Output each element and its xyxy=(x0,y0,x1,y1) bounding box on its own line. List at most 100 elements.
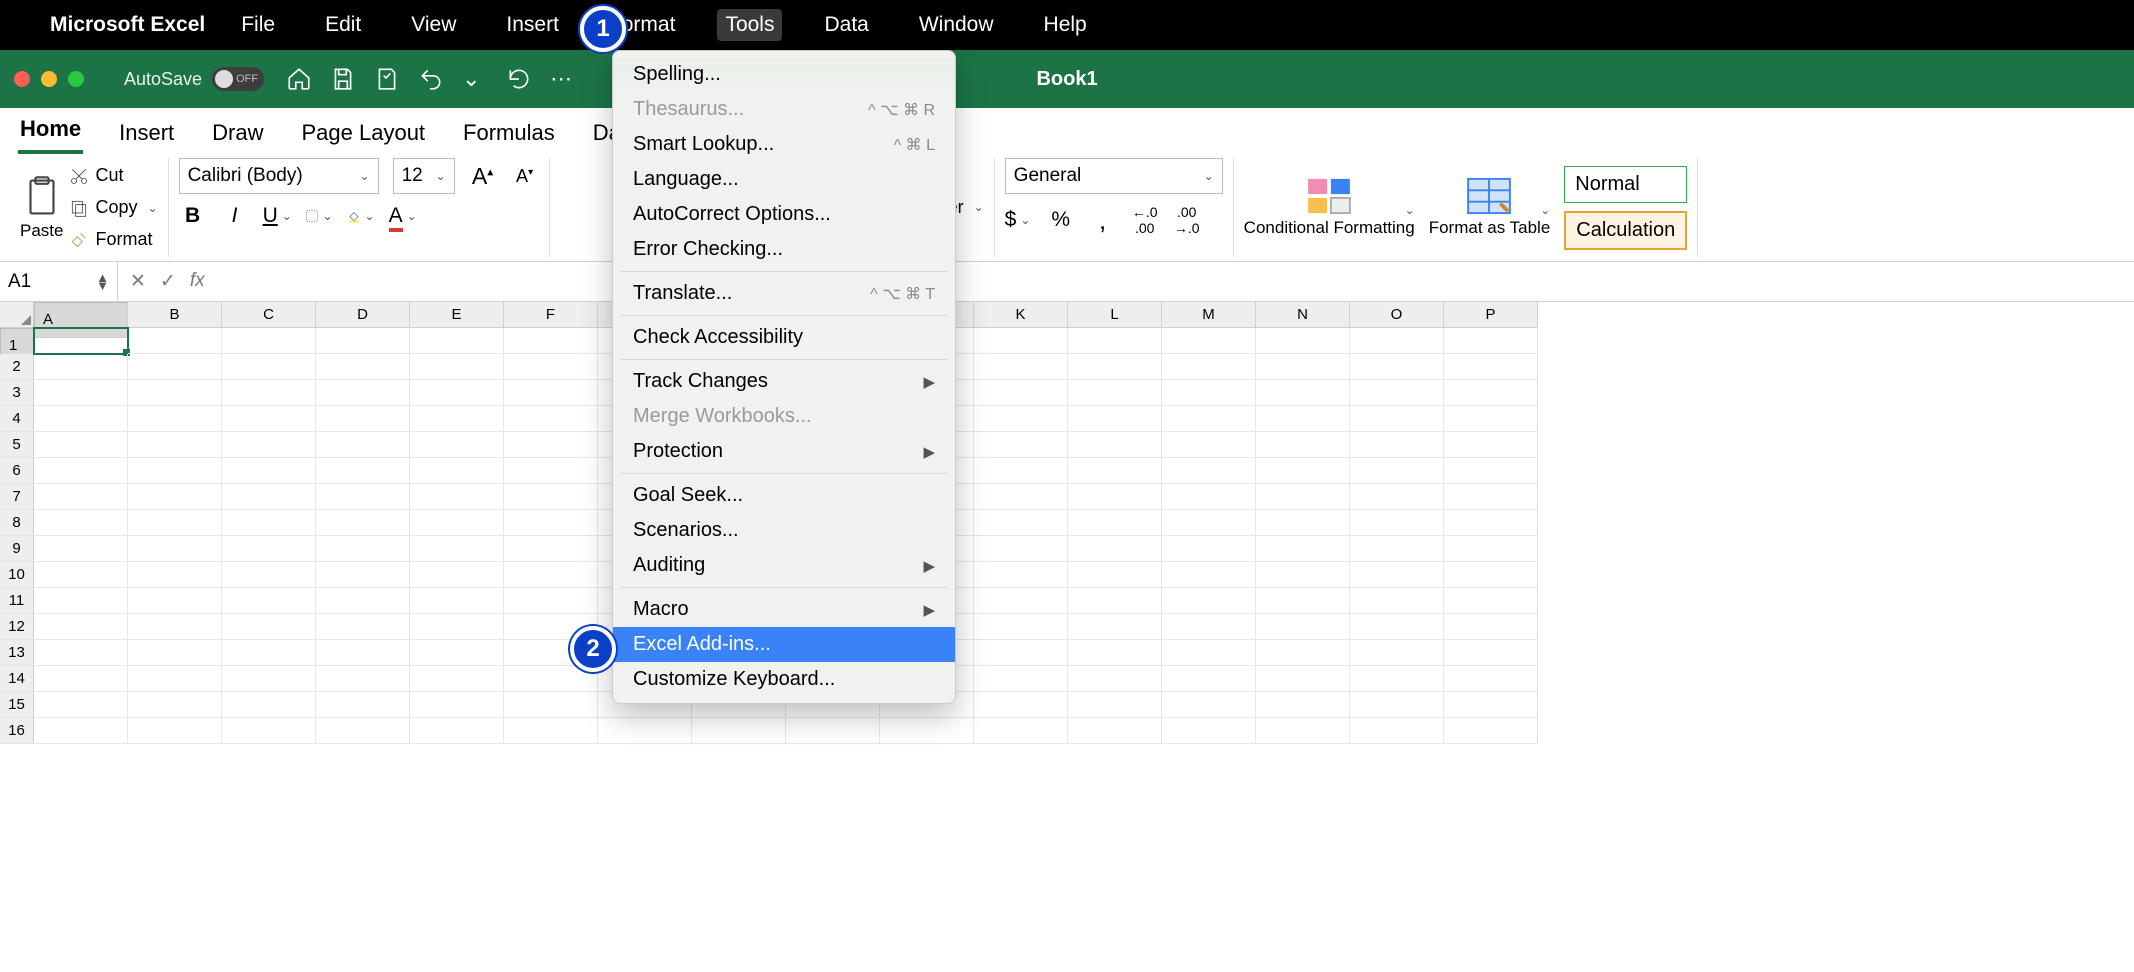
cell[interactable] xyxy=(504,588,598,614)
cell[interactable] xyxy=(504,718,598,744)
row-header[interactable]: 9 xyxy=(0,536,34,562)
column-header[interactable]: K xyxy=(974,302,1068,328)
cell[interactable] xyxy=(1444,718,1538,744)
cell[interactable] xyxy=(1162,458,1256,484)
cell[interactable] xyxy=(222,692,316,718)
menu-item[interactable]: Language... xyxy=(613,162,955,197)
row-header[interactable]: 16 xyxy=(0,718,34,744)
cell[interactable] xyxy=(410,380,504,406)
cell[interactable] xyxy=(222,458,316,484)
menu-item[interactable]: Macro▶ xyxy=(613,592,955,627)
cell[interactable] xyxy=(1350,380,1444,406)
cell[interactable] xyxy=(222,562,316,588)
tab-home[interactable]: Home xyxy=(18,110,83,154)
cell[interactable] xyxy=(34,718,128,744)
menu-window[interactable]: Window xyxy=(911,9,1002,41)
cell[interactable] xyxy=(410,354,504,380)
save-template-icon[interactable] xyxy=(374,66,400,92)
cell[interactable] xyxy=(1444,328,1538,354)
cell[interactable] xyxy=(128,536,222,562)
cell[interactable] xyxy=(316,692,410,718)
bold-button[interactable]: B xyxy=(179,204,207,228)
cell[interactable] xyxy=(410,588,504,614)
cell[interactable] xyxy=(1162,666,1256,692)
cell[interactable] xyxy=(1350,432,1444,458)
cell[interactable] xyxy=(316,380,410,406)
cell[interactable] xyxy=(974,432,1068,458)
menu-item[interactable]: Check Accessibility xyxy=(613,320,955,355)
cell[interactable] xyxy=(222,666,316,692)
column-header[interactable]: D xyxy=(316,302,410,328)
redo-icon[interactable] xyxy=(506,66,532,92)
cell[interactable] xyxy=(316,458,410,484)
cell[interactable] xyxy=(1068,406,1162,432)
cell[interactable] xyxy=(1350,458,1444,484)
cell[interactable] xyxy=(1350,510,1444,536)
menu-item[interactable]: Translate...^ ⌥ ⌘ T xyxy=(613,276,955,311)
accounting-format-button[interactable]: $⌄ xyxy=(1005,208,1033,232)
cell[interactable] xyxy=(1350,588,1444,614)
menu-edit[interactable]: Edit xyxy=(317,9,369,41)
cell[interactable] xyxy=(128,328,222,354)
column-header[interactable]: O xyxy=(1350,302,1444,328)
cell[interactable] xyxy=(222,536,316,562)
cell[interactable] xyxy=(316,536,410,562)
cell[interactable] xyxy=(1350,666,1444,692)
cell[interactable] xyxy=(1068,588,1162,614)
cell[interactable] xyxy=(1444,354,1538,380)
cell[interactable] xyxy=(222,354,316,380)
cell[interactable] xyxy=(1350,354,1444,380)
cell[interactable] xyxy=(1068,328,1162,354)
cell[interactable] xyxy=(1256,484,1350,510)
cell[interactable] xyxy=(974,614,1068,640)
confirm-formula-icon[interactable]: ✓ xyxy=(160,270,176,293)
row-header[interactable]: 5 xyxy=(0,432,34,458)
cell[interactable] xyxy=(1162,614,1256,640)
cell[interactable] xyxy=(1256,614,1350,640)
cell[interactable] xyxy=(128,614,222,640)
tab-formulas[interactable]: Formulas xyxy=(461,114,557,154)
menu-item[interactable]: Error Checking... xyxy=(613,232,955,267)
cell[interactable] xyxy=(34,484,128,510)
cell[interactable] xyxy=(1444,484,1538,510)
menu-insert[interactable]: Insert xyxy=(498,9,567,41)
cell[interactable] xyxy=(1068,692,1162,718)
cell[interactable] xyxy=(1444,432,1538,458)
row-header[interactable]: 3 xyxy=(0,380,34,406)
cell[interactable] xyxy=(1068,380,1162,406)
cell[interactable] xyxy=(504,354,598,380)
home-icon[interactable] xyxy=(286,66,312,92)
format-as-table-button[interactable]: ⌄ Format as Table xyxy=(1429,177,1551,238)
border-button[interactable]: ⌄ xyxy=(305,205,333,227)
row-header[interactable]: 14 xyxy=(0,666,34,692)
cell[interactable] xyxy=(410,666,504,692)
cell[interactable] xyxy=(1350,328,1444,354)
column-header[interactable]: N xyxy=(1256,302,1350,328)
menu-data[interactable]: Data xyxy=(816,9,876,41)
cell[interactable] xyxy=(1256,640,1350,666)
row-header[interactable]: 12 xyxy=(0,614,34,640)
menu-item[interactable]: Spelling... xyxy=(613,57,955,92)
cell[interactable] xyxy=(1256,458,1350,484)
cell[interactable] xyxy=(1350,718,1444,744)
cell[interactable] xyxy=(410,614,504,640)
cell[interactable] xyxy=(316,432,410,458)
cell[interactable] xyxy=(974,510,1068,536)
select-all-corner[interactable] xyxy=(0,302,34,328)
cell[interactable] xyxy=(504,536,598,562)
cell[interactable] xyxy=(1068,432,1162,458)
decrease-decimal-button[interactable]: .00→.0 xyxy=(1173,204,1201,236)
cell[interactable] xyxy=(128,718,222,744)
cell[interactable] xyxy=(1068,510,1162,536)
format-painter-button[interactable]: Format xyxy=(69,227,157,253)
number-format-select[interactable]: General⌄ xyxy=(1005,158,1223,194)
cell[interactable] xyxy=(1068,354,1162,380)
tab-draw[interactable]: Draw xyxy=(210,114,265,154)
cell[interactable] xyxy=(974,406,1068,432)
cell[interactable] xyxy=(504,510,598,536)
cell[interactable] xyxy=(222,510,316,536)
menu-item[interactable]: Customize Keyboard... xyxy=(613,662,955,697)
cell-style-calculation[interactable]: Calculation xyxy=(1564,211,1687,250)
cell[interactable] xyxy=(1162,692,1256,718)
cell[interactable] xyxy=(128,484,222,510)
